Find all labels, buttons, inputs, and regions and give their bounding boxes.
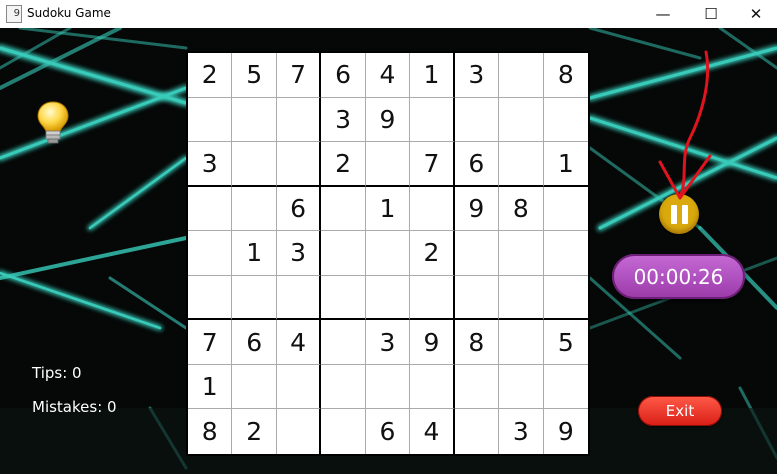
sudoku-cell[interactable]: 3 [276, 231, 322, 276]
sudoku-cell[interactable] [499, 320, 544, 365]
sudoku-cell[interactable] [321, 364, 366, 410]
sudoku-cell[interactable] [188, 275, 233, 321]
close-button[interactable]: ✕ [733, 0, 777, 28]
sudoku-cell[interactable] [365, 231, 411, 276]
sudoku-cell[interactable]: 1 [365, 186, 411, 232]
sudoku-cell[interactable]: 3 [321, 97, 366, 143]
sudoku-cell[interactable] [410, 275, 455, 321]
sudoku-cell[interactable] [232, 97, 277, 143]
sudoku-grid: 257641383932761619813276439851826439 [186, 51, 590, 456]
sudoku-cell[interactable] [543, 275, 588, 321]
sudoku-window: 9 Sudoku Game — ☐ ✕ 2 5 7 6 4 1 3 8 3 9 … [0, 0, 777, 474]
window-title: Sudoku Game [27, 6, 111, 20]
sudoku-cell[interactable] [321, 409, 366, 454]
sudoku-cell[interactable]: 8 [543, 53, 588, 98]
sudoku-cell[interactable]: 4 [276, 320, 322, 365]
game-area: 257641383932761619813276439851826439 00:… [0, 28, 777, 474]
sudoku-cell[interactable]: 6 [232, 320, 277, 365]
sudoku-cell[interactable] [188, 97, 233, 143]
sudoku-cell[interactable] [499, 231, 544, 276]
sudoku-cell[interactable] [410, 364, 455, 410]
sudoku-cell[interactable] [543, 186, 588, 232]
sudoku-cell[interactable]: 2 [232, 409, 277, 454]
sudoku-cell[interactable] [454, 364, 500, 410]
app-icon: 9 [6, 5, 22, 23]
sudoku-cell[interactable] [276, 142, 322, 187]
sudoku-cell[interactable] [499, 53, 544, 98]
sudoku-cell[interactable]: 1 [188, 364, 233, 410]
sudoku-cell[interactable]: 8 [499, 186, 544, 232]
mistakes-counter: Mistakes: 0 [32, 398, 117, 416]
sudoku-cell[interactable]: 8 [188, 409, 233, 454]
pause-icon-bar [681, 204, 688, 224]
sudoku-cell[interactable]: 6 [321, 53, 366, 98]
sudoku-cell[interactable] [543, 97, 588, 143]
sudoku-cell[interactable]: 3 [365, 320, 411, 365]
sudoku-cell[interactable] [276, 364, 322, 410]
sudoku-cell[interactable]: 3 [499, 409, 544, 454]
sudoku-cell[interactable] [321, 231, 366, 276]
sudoku-cell[interactable]: 2 [410, 231, 455, 276]
sudoku-cell[interactable]: 7 [276, 53, 322, 98]
exit-button[interactable]: Exit [638, 396, 722, 426]
sudoku-cell[interactable] [543, 364, 588, 410]
sudoku-cell[interactable]: 6 [454, 142, 500, 187]
sudoku-cell[interactable] [499, 364, 544, 410]
pause-icon-bar [670, 204, 677, 224]
maximize-button[interactable]: ☐ [688, 0, 734, 28]
sudoku-cell[interactable] [365, 142, 411, 187]
sudoku-cell[interactable]: 9 [410, 320, 455, 365]
sudoku-cell[interactable] [232, 186, 277, 232]
sudoku-cell[interactable]: 7 [410, 142, 455, 187]
sudoku-cell[interactable] [188, 231, 233, 276]
sudoku-cell[interactable] [365, 275, 411, 321]
sudoku-cell[interactable]: 3 [188, 142, 233, 187]
sudoku-cell[interactable] [454, 231, 500, 276]
sudoku-cell[interactable] [276, 275, 322, 321]
pause-button[interactable] [659, 194, 699, 234]
sudoku-cell[interactable] [365, 364, 411, 410]
sudoku-cell[interactable]: 2 [188, 53, 233, 98]
minimize-button[interactable]: — [640, 0, 686, 28]
sudoku-cell[interactable] [410, 97, 455, 143]
sudoku-cell[interactable] [499, 97, 544, 143]
timer-display: 00:00:26 [612, 254, 745, 299]
sudoku-cell[interactable] [454, 409, 500, 454]
sudoku-cell[interactable] [276, 97, 322, 143]
sudoku-cell[interactable]: 1 [410, 53, 455, 98]
sudoku-cell[interactable]: 6 [276, 186, 322, 232]
sudoku-cell[interactable]: 5 [232, 53, 277, 98]
sudoku-cell[interactable] [232, 364, 277, 410]
sudoku-cell[interactable]: 3 [454, 53, 500, 98]
tips-counter: Tips: 0 [32, 364, 82, 382]
sudoku-cell[interactable] [321, 275, 366, 321]
sudoku-cell[interactable]: 4 [365, 53, 411, 98]
sudoku-cell[interactable]: 6 [365, 409, 411, 454]
sudoku-cell[interactable]: 4 [410, 409, 455, 454]
sudoku-cell[interactable] [321, 186, 366, 232]
lightbulb-icon[interactable] [36, 100, 70, 148]
sudoku-cell[interactable]: 9 [454, 186, 500, 232]
sudoku-cell[interactable] [232, 142, 277, 187]
sudoku-cell[interactable]: 9 [365, 97, 411, 143]
sudoku-cell[interactable] [454, 275, 500, 321]
sudoku-cell[interactable]: 8 [454, 320, 500, 365]
sudoku-cell[interactable] [188, 186, 233, 232]
title-bar: 9 Sudoku Game — ☐ ✕ [0, 0, 777, 28]
sudoku-cell[interactable]: 7 [188, 320, 233, 365]
sudoku-cell[interactable] [232, 275, 277, 321]
sudoku-cell[interactable] [499, 142, 544, 187]
sudoku-cell[interactable]: 1 [232, 231, 277, 276]
sudoku-cell[interactable] [454, 97, 500, 143]
sudoku-cell[interactable] [410, 186, 455, 232]
sudoku-cell[interactable]: 5 [543, 320, 588, 365]
sudoku-cell[interactable]: 1 [543, 142, 588, 187]
sudoku-cell[interactable] [276, 409, 322, 454]
sudoku-cell[interactable]: 2 [321, 142, 366, 187]
sudoku-cell[interactable]: 9 [543, 409, 588, 454]
sudoku-cell[interactable] [321, 320, 366, 365]
sudoku-cell[interactable] [543, 231, 588, 276]
sudoku-cell[interactable] [499, 275, 544, 321]
